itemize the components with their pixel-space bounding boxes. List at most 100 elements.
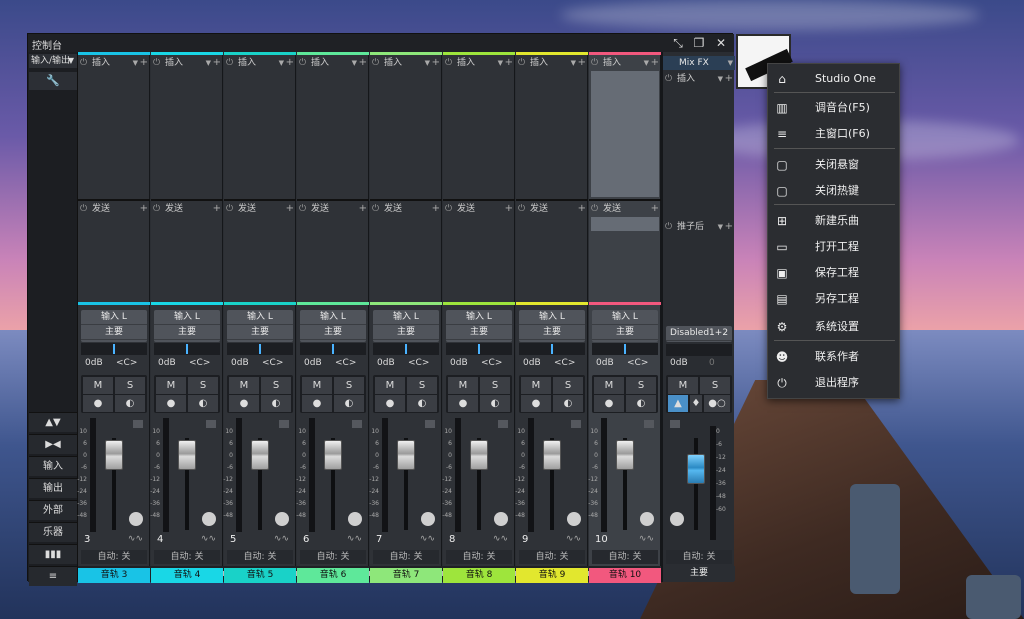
menu-item[interactable]: ⏻ 退出程序 (768, 370, 901, 396)
output-select[interactable]: 主要 (154, 325, 220, 340)
instrument-button[interactable]: 乐器 (29, 522, 77, 542)
menu-item[interactable]: ▥ 调音台(F5) (768, 95, 901, 121)
output-select[interactable]: 主要 (300, 325, 366, 340)
gain-value[interactable]: 0dB (158, 358, 176, 368)
restore-icon[interactable]: ❐ (692, 36, 706, 50)
automation-button[interactable]: 自动: 关 (81, 550, 147, 564)
send-row[interactable]: ⏻ 发送 + (516, 202, 588, 216)
waveform-icon[interactable]: ∿∿ (566, 534, 581, 544)
input-select[interactable]: 输入 L (154, 310, 220, 325)
send-slot-area[interactable] (153, 217, 221, 299)
mix-output-select[interactable]: Disabled1+2 (666, 326, 732, 342)
automation-button[interactable]: 自动: 关 (592, 550, 658, 564)
mic-icon[interactable]: ♦ (690, 395, 702, 412)
mix-pan-meter[interactable] (666, 344, 732, 356)
insert-slot-area[interactable] (299, 71, 367, 197)
pan-value[interactable]: <C> (335, 358, 356, 368)
monitor-icon[interactable]: ◐ (480, 395, 510, 412)
send-row[interactable]: ⏻ 发送 + (224, 202, 296, 216)
mute-button[interactable]: M (448, 377, 478, 394)
automation-button[interactable]: 自动: 关 (227, 550, 293, 564)
power-icon[interactable]: ⏻ (80, 202, 87, 216)
menu-item[interactable]: ≡ 主窗口(F6) (768, 121, 901, 147)
fader-knob[interactable] (616, 440, 634, 470)
pan-meter[interactable] (373, 343, 439, 355)
pan-meter[interactable] (446, 343, 512, 355)
plus-icon[interactable]: + (578, 202, 586, 216)
send-row[interactable]: ⏻ 发送 + (443, 202, 515, 216)
output-select[interactable]: 主要 (81, 325, 147, 340)
pan-value[interactable]: <C> (554, 358, 575, 368)
waveform-icon[interactable]: ∿∿ (201, 534, 216, 544)
pan-value[interactable]: <C> (262, 358, 283, 368)
send-slot-area[interactable] (445, 217, 513, 299)
pot-knob[interactable] (275, 512, 289, 526)
power-icon[interactable]: ⏻ (518, 202, 525, 216)
monitor-icon[interactable]: ◐ (553, 395, 583, 412)
input-select[interactable]: 输入 L (446, 310, 512, 325)
plus-icon[interactable]: + (432, 202, 440, 216)
shrink-icon[interactable]: ⤡ (671, 36, 685, 50)
fader-knob[interactable] (397, 440, 415, 470)
monitor-icon[interactable]: ◐ (188, 395, 218, 412)
plus-icon[interactable]: + (213, 56, 221, 70)
output-select[interactable]: 主要 (592, 325, 658, 340)
plus-icon[interactable]: + (725, 72, 733, 86)
plus-icon[interactable]: + (505, 56, 513, 70)
solo-button[interactable]: S (407, 377, 437, 394)
pan-value[interactable]: <C> (408, 358, 429, 368)
power-icon[interactable]: ⏻ (153, 56, 160, 70)
insert-slot-area[interactable] (518, 71, 586, 197)
send-row[interactable]: ⏻ 发送 + (297, 202, 369, 216)
send-slot-area[interactable] (518, 217, 586, 299)
plus-icon[interactable]: + (725, 220, 733, 234)
menu-item[interactable]: ⚙ 系统设置 (768, 314, 901, 340)
automation-button[interactable]: 自动: 关 (154, 550, 220, 564)
gain-value[interactable]: 0dB (523, 358, 541, 368)
insert-row[interactable]: ⏻ 插入 ▼ + (297, 56, 369, 70)
mix-gain[interactable]: 0dB (670, 358, 688, 368)
fader-knob[interactable] (324, 440, 342, 470)
send-slot-area[interactable] (299, 217, 367, 299)
plus-icon[interactable]: + (359, 56, 367, 70)
io-block[interactable]: 输入 L 主要 (446, 310, 512, 342)
insert-row[interactable]: ⏻ 插入 ▼ + (443, 56, 515, 70)
waveform-icon[interactable]: ∿∿ (420, 534, 435, 544)
mix-insert-row[interactable]: ⏻ 插入 ▼ + (663, 72, 735, 86)
mix-auto[interactable]: 自动: 关 (666, 550, 732, 564)
insert-row[interactable]: ⏻ 插入 ▼ + (589, 56, 661, 70)
gain-value[interactable]: 0dB (596, 358, 614, 368)
menu-item[interactable]: ☻ 联系作者 (768, 344, 901, 370)
mix-fader-knob[interactable] (687, 454, 705, 484)
power-icon[interactable]: ⏻ (518, 56, 525, 70)
plus-icon[interactable]: + (213, 202, 221, 216)
track-name[interactable]: 音轨 8 (443, 568, 515, 583)
power-icon[interactable]: ⏻ (591, 56, 598, 70)
pan-meter[interactable] (300, 343, 366, 355)
insert-row[interactable]: ⏻ 插入 ▼ + (516, 56, 588, 70)
track-name[interactable]: 音轨 6 (297, 568, 369, 583)
mute-button[interactable]: M (521, 377, 551, 394)
pot-knob[interactable] (202, 512, 216, 526)
input-select[interactable]: 输入 L (592, 310, 658, 325)
io-block[interactable]: 输入 L 主要 (81, 310, 147, 342)
fader-knob[interactable] (251, 440, 269, 470)
pot-knob[interactable] (129, 512, 143, 526)
record-icon[interactable]: ● (521, 395, 551, 412)
link-icon[interactable]: ●○ (704, 395, 730, 412)
track-name[interactable]: 音轨 5 (224, 568, 296, 583)
io-block[interactable]: 输入 L 主要 (300, 310, 366, 342)
menu-lines-icon[interactable]: ≡ (29, 566, 77, 586)
input-select[interactable]: 输入 L (81, 310, 147, 325)
power-icon[interactable]: ⏻ (665, 220, 672, 234)
pot-knob[interactable] (567, 512, 581, 526)
waveform-icon[interactable]: ∿∿ (274, 534, 289, 544)
io-block[interactable]: 输入 L 主要 (519, 310, 585, 342)
pan-value[interactable]: <C> (189, 358, 210, 368)
solo-button[interactable]: S (261, 377, 291, 394)
io-block[interactable]: 输入 L 主要 (227, 310, 293, 342)
send-row[interactable]: ⏻ 发送 + (151, 202, 223, 216)
record-icon[interactable]: ● (594, 395, 624, 412)
insert-slot-area[interactable] (591, 71, 659, 197)
plus-icon[interactable]: + (651, 56, 659, 70)
